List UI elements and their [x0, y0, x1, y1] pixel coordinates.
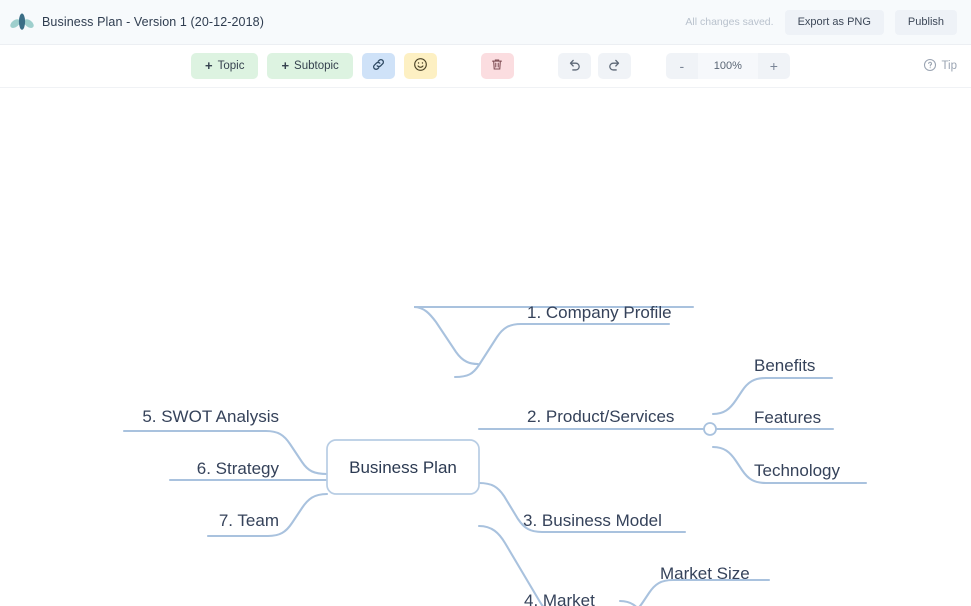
zoom-controls: - 100% +	[665, 53, 790, 79]
lotus-leaf-logo-icon	[8, 8, 36, 36]
mindmap-app: Business Plan - Version 1 (20-12-2018) A…	[0, 0, 971, 606]
add-topic-label: Topic	[217, 60, 245, 72]
add-link-button[interactable]	[361, 53, 395, 79]
root-node-label: Business Plan	[349, 458, 457, 477]
editor-toolbar: + Topic + Subtopic - 100% + Tip	[0, 45, 971, 88]
link-icon	[371, 57, 386, 75]
mindmap-graphic: Business Plan 1. Company Profile 2. Prod…	[122, 303, 868, 606]
mindmap-node-company-profile[interactable]: 1. Company Profile	[527, 303, 672, 322]
mindmap-node-product-services[interactable]: 2. Product/Services	[527, 407, 674, 426]
zoom-in-button[interactable]: +	[758, 53, 790, 79]
add-subtopic-button[interactable]: + Subtopic	[267, 53, 353, 79]
app-header: Business Plan - Version 1 (20-12-2018) A…	[0, 0, 971, 45]
publish-button[interactable]: Publish	[894, 9, 957, 35]
collapse-handle-product-services[interactable]	[703, 422, 717, 436]
mindmap-node-strategy[interactable]: 6. Strategy	[197, 459, 280, 478]
delete-button[interactable]	[480, 53, 514, 79]
mindmap-node-technology[interactable]: Technology	[754, 461, 841, 480]
save-status-text: All changes saved.	[685, 16, 774, 28]
mindmap-node-market[interactable]: 4. Market	[524, 591, 595, 606]
history-controls	[557, 53, 631, 79]
plus-icon: +	[281, 58, 290, 73]
tip-label: Tip	[941, 60, 957, 72]
mindmap-node-market-size[interactable]: Market Size	[660, 564, 750, 583]
add-topic-button[interactable]: + Topic	[191, 53, 259, 79]
zoom-out-button[interactable]: -	[666, 53, 698, 79]
header-actions: All changes saved. Export as PNG Publish	[685, 9, 957, 35]
root-node[interactable]: Business Plan	[326, 439, 480, 495]
undo-button[interactable]	[557, 53, 591, 79]
undo-icon	[567, 57, 582, 75]
mindmap-node-business-model[interactable]: 3. Business Model	[523, 511, 662, 530]
redo-button[interactable]	[597, 53, 631, 79]
mindmap-node-team[interactable]: 7. Team	[219, 511, 279, 530]
plus-icon: +	[205, 58, 213, 73]
tip-button[interactable]: Tip	[923, 58, 957, 75]
add-subtopic-label: Subtopic	[294, 60, 339, 72]
redo-icon	[607, 57, 622, 75]
emoji-button[interactable]	[403, 53, 437, 79]
trash-icon	[490, 57, 504, 75]
question-circle-icon	[923, 58, 937, 75]
mindmap-node-benefits[interactable]: Benefits	[754, 356, 815, 375]
toolbar-center-group: + Topic + Subtopic - 100% +	[191, 53, 790, 79]
mindmap-canvas[interactable]: Business Plan 1. Company Profile 2. Prod…	[0, 88, 971, 606]
mindmap-node-swot-analysis[interactable]: 5. SWOT Analysis	[142, 407, 279, 426]
zoom-level-display[interactable]: 100%	[697, 53, 758, 79]
export-as-png-button[interactable]: Export as PNG	[784, 9, 884, 35]
mindmap-node-features[interactable]: Features	[754, 408, 821, 427]
document-title: Business Plan - Version 1 (20-12-2018)	[42, 15, 264, 29]
smiley-icon	[413, 57, 428, 75]
